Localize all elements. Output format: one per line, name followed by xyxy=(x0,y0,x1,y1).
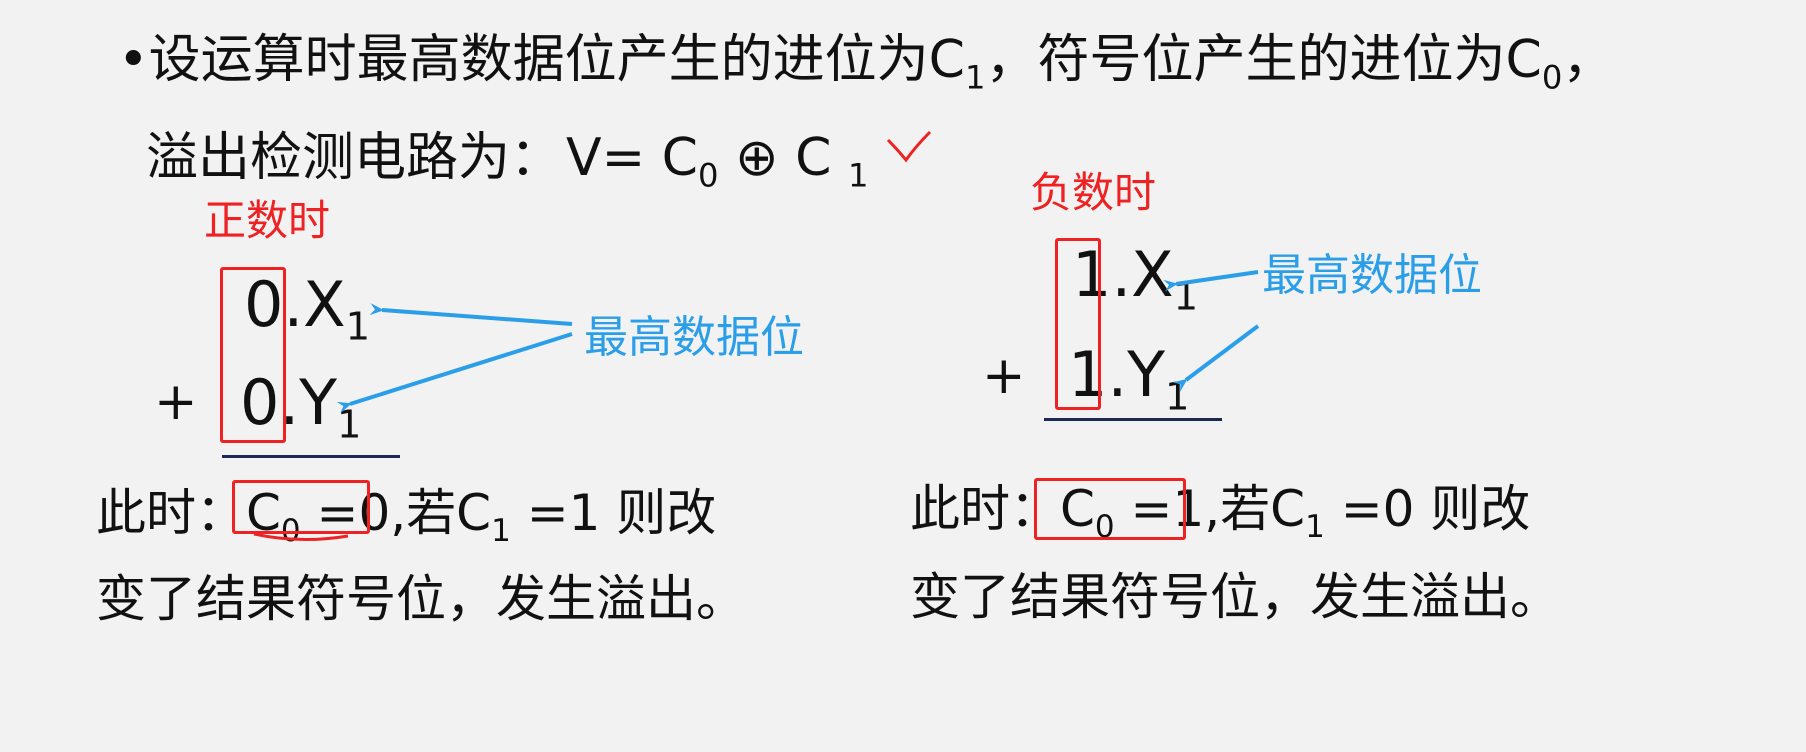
positive-arrow-to-x xyxy=(369,303,573,326)
handdrawn-underline xyxy=(253,532,349,542)
negative-arrow-to-y xyxy=(1172,324,1260,392)
negative-arrow-to-x xyxy=(1163,270,1259,292)
check-mark-icon xyxy=(886,130,932,163)
annotation-overlay xyxy=(253,130,1260,542)
positive-arrow-to-y xyxy=(336,332,573,414)
